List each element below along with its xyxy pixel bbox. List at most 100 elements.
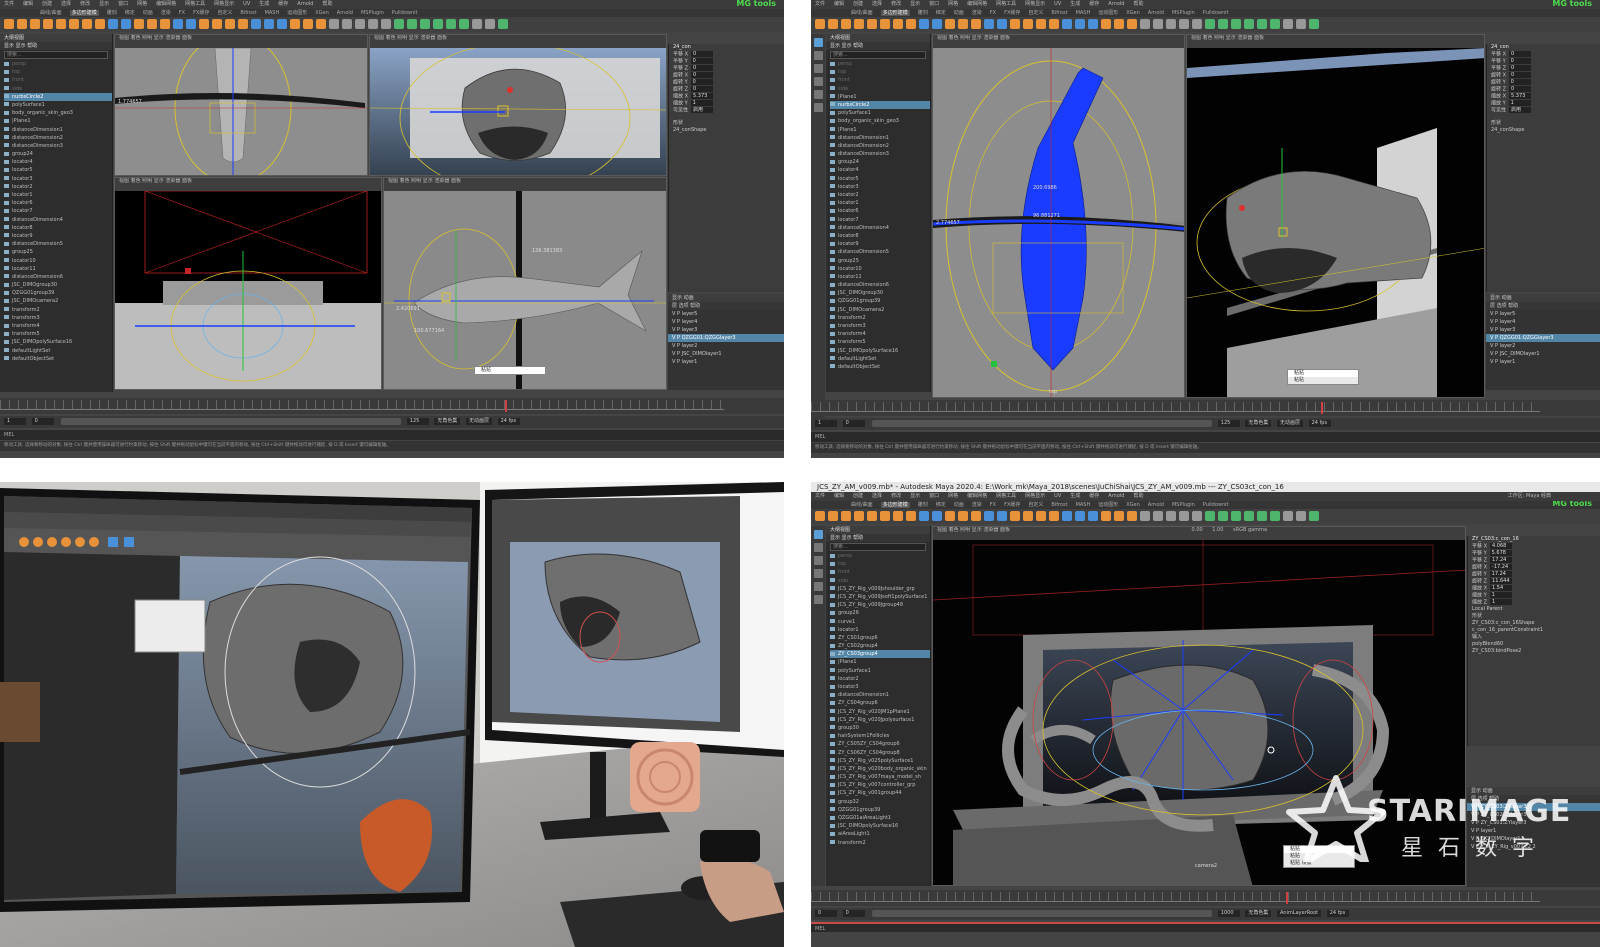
viewport-menubar[interactable]: 视图 着色 照明 显示 渲染器 面板 [384, 178, 666, 191]
outliner-item[interactable]: distanceDimension3 [830, 150, 930, 158]
channel-row[interactable]: 平移 Z 17.24 [1468, 557, 1600, 564]
outliner-item[interactable]: distanceDimension3 [4, 142, 112, 150]
outliner-search-input[interactable]: 搜索... [830, 543, 926, 551]
range-slider[interactable]: 1 0 125 无角色集 无动画层 24 fps [0, 416, 784, 428]
shelf-tabs[interactable]: 曲线/曲面 多边形建模 雕刻 绑定 动画 渲染 FX FX缓存 自定义 Bifrost MASH 运动… [0, 9, 784, 17]
anim-layer-field[interactable]: AnimLayerRoot [1276, 910, 1322, 917]
outliner-item[interactable]: group30 [830, 724, 930, 732]
channel-row[interactable]: 平移 Y0 [669, 58, 784, 65]
range-slider[interactable]: 0 0 1000 无角色集 AnimLayerRoot 24 fps [811, 908, 1600, 920]
outliner-item[interactable]: locator7 [830, 216, 930, 224]
channel-row[interactable]: 平移 X 4.068 [1468, 543, 1600, 550]
layer-tabs[interactable]: 显示 动画 [668, 294, 784, 302]
time-slider[interactable] [0, 398, 784, 414]
channel-value-field[interactable]: 启用 [691, 107, 714, 113]
outliner-item[interactable]: locator9 [4, 232, 112, 240]
outliner-item[interactable]: JCS_ZY_Rig_v020JM1pPlane1 [830, 708, 930, 716]
color-space-field[interactable]: sRGB gamma [1233, 527, 1267, 533]
main-menubar[interactable]: 文件 编辑 创建 选择 修改 显示 窗口 网格 编辑网格 网格工具 网格显示 UV 生成 缓存 Arnold… [811, 492, 1600, 501]
channel-row[interactable]: 缩放 Y1 [669, 100, 784, 107]
viewport-menubar[interactable]: 视图 着色 照明 显示 渲染器 面板 [370, 35, 666, 48]
channel-value-field[interactable]: 0 [691, 72, 714, 78]
outliner-item[interactable]: distanceDimension5 [4, 240, 112, 248]
layer-row[interactable]: V P layer5 [668, 310, 784, 318]
outliner-item[interactable]: group24 [830, 158, 930, 166]
outliner-item[interactable]: defaultObjectSet [4, 355, 112, 363]
outliner-item[interactable]: transform2 [4, 306, 112, 314]
outliner-item[interactable]: distanceDimension4 [4, 216, 112, 224]
outliner-item[interactable]: JSC_DIMOpolySurface16 [830, 347, 930, 355]
layer-row[interactable]: V P JSC_DIMOlayer1 [668, 350, 784, 358]
outliner-item[interactable]: locator2 [830, 675, 930, 683]
viewport-menubar[interactable]: 视图 着色 照明 显示 渲染器 面板 [115, 178, 381, 191]
outliner-item[interactable]: ZY_CS04group6 [830, 699, 930, 707]
layer-menu[interactable]: 层 选项 帮助 [668, 302, 784, 310]
range-slider-bar[interactable] [872, 420, 1213, 427]
time-slider[interactable] [811, 400, 1600, 416]
polygon-shelf[interactable] [0, 17, 784, 32]
outliner-item[interactable]: front [830, 76, 930, 84]
viewport-menubar[interactable]: 视图 着色 照明 显示 渲染器 面板 [933, 35, 1184, 48]
outliner-item[interactable]: side [830, 85, 930, 93]
channel-value-field[interactable]: 5.373 [1509, 93, 1532, 99]
fps-field[interactable]: 24 fps [1326, 910, 1349, 917]
channel-value-field[interactable]: 5.373 [691, 93, 714, 99]
outliner-item[interactable]: persp [830, 552, 930, 560]
channel-value-field[interactable]: 0 [690, 79, 713, 85]
outliner-item[interactable]: JCS_ZY_Rig_v007maya_model_sh [830, 773, 930, 781]
channel-row[interactable]: 平移 Y0 [1487, 58, 1600, 65]
channel-extra-row[interactable]: ZY_CS03:bindPose2 [1468, 648, 1600, 655]
channel-row[interactable]: 旋转 Z0 [1487, 86, 1600, 93]
channel-row[interactable]: 平移 Z0 [669, 65, 784, 72]
outliner-item[interactable]: distanceDimension2 [830, 142, 930, 150]
channel-extra-row[interactable]: 输入 [1468, 634, 1600, 641]
outliner-item[interactable]: JSC_DIMOcamera2 [830, 306, 930, 314]
outliner-item[interactable]: locator2 [4, 183, 112, 191]
channel-row[interactable]: 缩放 Z1 [1468, 599, 1600, 606]
channel-value-field[interactable]: 11.644 [1490, 578, 1513, 584]
outliner-item[interactable]: polySurface1 [830, 109, 930, 117]
end-frame-field[interactable]: 125 [1217, 420, 1240, 427]
outliner-item[interactable]: distanceDimension6 [830, 281, 930, 289]
channel-value-field[interactable]: 1.54 [1490, 585, 1513, 591]
outliner-item[interactable]: QZGG01group39 [830, 806, 930, 814]
outliner-item[interactable]: side [830, 577, 930, 585]
layer-row[interactable]: V P layer3 [668, 326, 784, 334]
outliner-item[interactable]: locator1 [830, 199, 930, 207]
start-frame-field[interactable]: 1 [815, 420, 837, 427]
toolbox[interactable] [811, 34, 825, 424]
outliner-item[interactable]: nurbsCircle2 [4, 92, 112, 101]
outliner-item[interactable]: distanceDimension6 [4, 273, 112, 281]
layer-row[interactable]: V P layer4 [1486, 318, 1600, 326]
outliner-item[interactable]: transform3 [830, 322, 930, 330]
outliner-item[interactable]: body_organic_skin_geo3 [4, 109, 112, 117]
outliner-item[interactable]: persp [4, 60, 112, 68]
outliner-panel[interactable]: 大纲视图 显示 显示 帮助 搜索... persp top front side nur… [0, 34, 113, 392]
outliner-item[interactable]: JSC_DIMOcamera2 [4, 297, 112, 305]
fps-field[interactable]: 24 fps [1308, 420, 1331, 427]
shelf-tabs[interactable]: 曲线/曲面 多边形建模 雕刻 绑定 动画 渲染 FX FX缓存 自定义 Bifrost MASH 运动… [811, 501, 1600, 509]
channel-value-field[interactable]: -17.24 [1490, 564, 1513, 570]
channel-value-field[interactable]: 0 [690, 58, 713, 64]
outliner-item[interactable]: ZY_CS06ZY_CS04group8 [830, 749, 930, 757]
outliner-item[interactable]: transform5 [4, 330, 112, 338]
outliner-item[interactable]: group26 [830, 609, 930, 617]
outliner-item[interactable]: JSC_DIMOpolySurface16 [830, 822, 930, 830]
viewport-top[interactable]: 视图 着色 照明 显示 渲染器 面板 200.6986 96.881271 2.… [932, 34, 1185, 398]
outliner-item[interactable]: locator2 [830, 191, 930, 199]
viewport-menubar[interactable]: 视图 着色 照明 显示 渲染器 面板 [1187, 35, 1484, 48]
outliner-item[interactable]: locator11 [4, 265, 112, 273]
outliner-item[interactable]: defaultLightSet [830, 355, 930, 363]
viewport-menubar[interactable]: 视图 着色 照明 显示 渲染器 面板 0.00 1.00 sRGB gamma [933, 527, 1465, 540]
outliner-menu[interactable]: 显示 显示 帮助 [0, 42, 112, 50]
channel-row[interactable]: 缩放 Y1 [1487, 100, 1600, 107]
outliner-item[interactable]: ZY_CS05ZY_CS04group6 [830, 740, 930, 748]
char-set-field[interactable]: 无角色集 [1245, 910, 1272, 917]
outliner-item[interactable]: locator6 [830, 207, 930, 215]
outliner-item[interactable]: front [830, 568, 930, 576]
channel-value-field[interactable]: 1 [690, 100, 713, 106]
mel-command-line[interactable]: MEL [811, 922, 1600, 932]
outliner-item[interactable]: locator3 [4, 175, 112, 183]
outliner-item[interactable]: locator11 [830, 273, 930, 281]
layer-row[interactable]: V P layer2 [668, 342, 784, 350]
